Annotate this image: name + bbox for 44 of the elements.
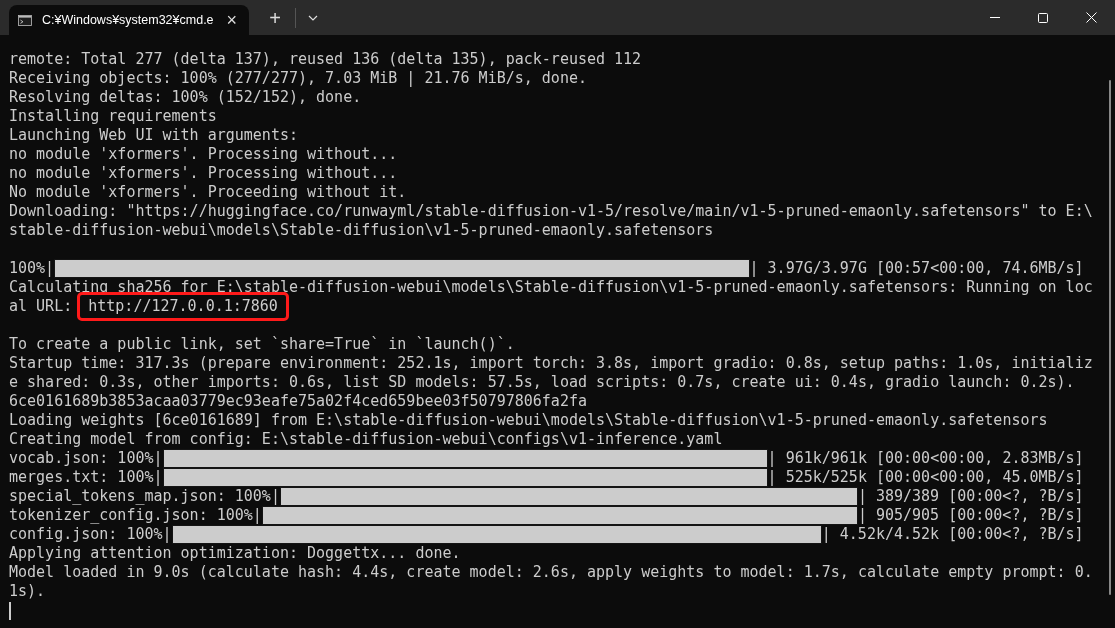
terminal-line: Resolving deltas: 100% (152/152), done. — [9, 88, 362, 106]
minimize-icon — [990, 17, 1000, 18]
terminal-line: remote: Total 277 (delta 137), reused 136 (delta 135), pack-reused 112 — [9, 50, 642, 68]
terminal-line: Startup time: 317.3s (prepare environment: 252.1s, import torch: 3.8s, import gradio: 0.8s, setup paths: 1.0s, initializ — [9, 354, 1093, 372]
chevron-down-icon — [308, 14, 318, 21]
terminal-line: Loading weights [6ce0161689] from E:\stable-diffusion-webui\models\Stable-diffusion\v1-5-pruned-emaonly.safetensors — [9, 411, 1048, 429]
terminal-line: no module 'xformers'. Processing without... — [9, 145, 398, 163]
scrollbar[interactable] — [1109, 80, 1111, 595]
progress-label: special_tokens_map.json: 100%| — [9, 487, 280, 506]
tab-title: C:¥Windows¥system32¥cmd.e — [41, 11, 214, 29]
progress-stats: | 961k/961k [00:00<00:00, 2.83MB/s] — [767, 449, 1084, 468]
terminal-line: stable-diffusion-webui\models\Stable-diffusion\v1-5-pruned-emaonly.safetensors — [9, 221, 714, 239]
terminal-line: Downloading: "https://huggingface.co/runwayml/stable-diffusion-v1-5/resolve/main/v1-5-pruned-emaonly.safetensors" to E:\ — [9, 202, 1093, 220]
progress-stats: | 3.97G/3.97G [00:57<00:00, 74.6MB/s] — [749, 259, 1084, 278]
terminal-line: Installing requirements — [9, 107, 217, 125]
terminal-line: Launching Web UI with arguments: — [9, 126, 298, 144]
text-cursor — [9, 601, 11, 620]
terminal-tab[interactable]: C:¥Windows¥system32¥cmd.e × — [9, 5, 249, 35]
progress-label: vocab.json: 100%| — [9, 449, 163, 468]
close-icon — [1085, 12, 1097, 23]
progress-label: config.json: 100%| — [9, 525, 172, 544]
terminal-line: Applying attention optimization: Doggettx... done. — [9, 544, 461, 562]
progress-stats: | 525k/525k [00:00<00:00, 45.0MB/s] — [767, 468, 1084, 487]
terminal-line: 6ce0161689b3853acaa03779ec93eafe75a02f4ced659bee03f50797806fa2fa — [9, 392, 587, 410]
terminal-line: al URL: — [9, 297, 74, 316]
terminal-line: no module 'xformers'. Processing without... — [9, 164, 398, 182]
progress-label: tokenizer_config.json: 100%| — [9, 506, 262, 525]
maximize-icon — [1038, 12, 1048, 23]
progress-label: merges.txt: 100%| — [9, 468, 163, 487]
terminal-icon — [18, 13, 32, 27]
terminal-line: To create a public link, set `share=True` in `launch()`. — [9, 335, 515, 353]
terminal-line: Creating model from config: E:\stable-diffusion-webui\configs\v1-inference.yaml — [9, 430, 723, 448]
progress-label: 100%| — [9, 259, 55, 278]
progress-stats: | 389/389 [00:00<?, ?B/s] — [857, 487, 1084, 506]
close-tab-button[interactable]: × — [223, 11, 240, 29]
progress-stats: | 905/905 [00:00<?, ?B/s] — [857, 506, 1084, 525]
terminal-line: Receiving objects: 100% (277/277), 7.03 MiB | 21.76 MiB/s, done. — [9, 69, 587, 87]
terminal-line: Model loaded in 9.0s (calculate hash: 4.4s, create model: 2.6s, apply weights to model: 1.7s, calculate empty prompt: 0. — [9, 563, 1093, 581]
new-tab-button[interactable]: + — [259, 2, 291, 33]
terminal-line: e shared: 0.3s, other imports: 0.6s, list SD models: 57.5s, load scripts: 0.7s, create ui: 0.4s, gradio launch: 0.2s). — [9, 373, 1075, 391]
url-highlight: http://127.0.0.1:7860 — [77, 292, 289, 321]
terminal-line: No module 'xformers'. Proceeding without it. — [9, 183, 407, 201]
progress-stats: | 4.52k/4.52k [00:00<?, ?B/s] — [821, 525, 1084, 544]
terminal-line: 1s). — [9, 582, 46, 600]
